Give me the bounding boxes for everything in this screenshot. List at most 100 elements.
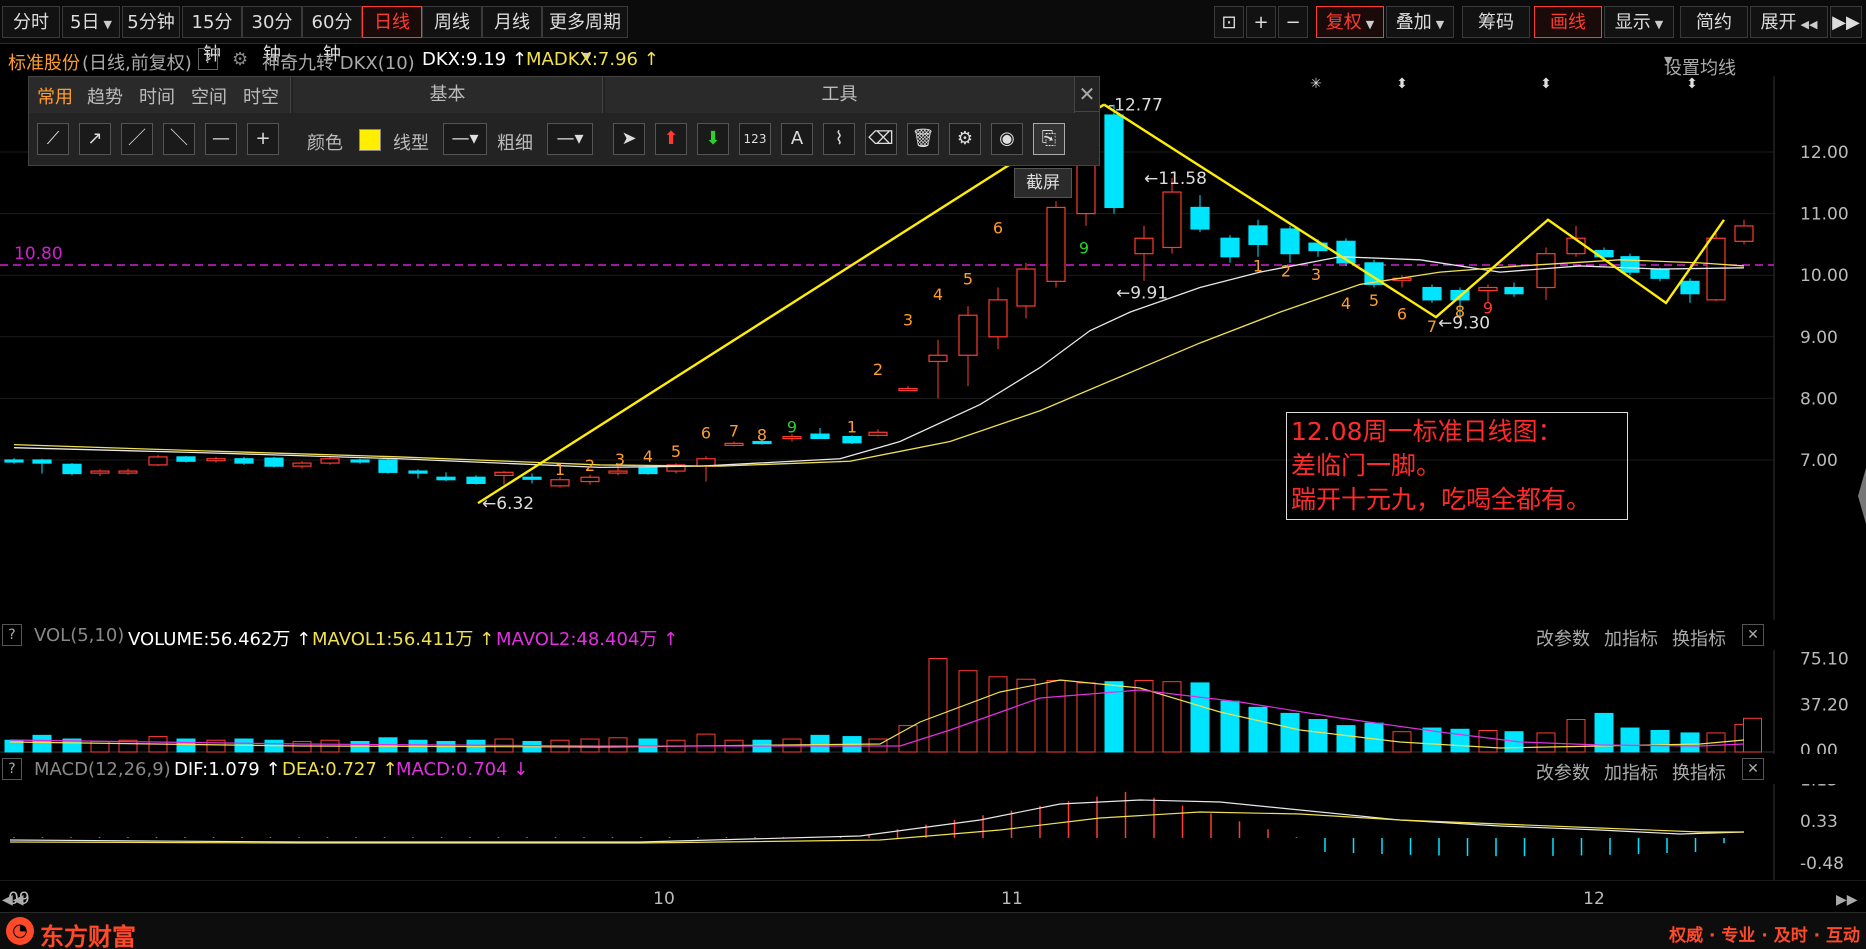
dif-value: DIF:1.079 ↑ — [174, 759, 281, 780]
help-icon[interactable]: ? — [2, 624, 22, 646]
drawing-tool-panel: 常用 趋势 时间 空间 时空 基本 工具 ⟋ ↗ ／ ＼ — + 颜色 线型 —… — [28, 76, 1100, 166]
up-arrow-icon[interactable]: ⬆ — [655, 123, 687, 155]
brand-slogan: 权威 · 专业 · 及时 · 互动 — [1669, 926, 1860, 946]
tab-common[interactable]: 常用 — [37, 83, 73, 109]
lock-icon[interactable]: ⊡ — [1214, 6, 1244, 38]
segment-line-icon[interactable]: ⟋ — [37, 123, 69, 155]
line-type-select[interactable]: —▾ — [443, 123, 487, 155]
tab-30min[interactable]: 30分钟 — [242, 6, 302, 65]
scroll-left-icon: ◀◀ — [2, 892, 24, 908]
candle-up — [898, 387, 918, 392]
macd-label[interactable]: MACD(12,26,9) — [34, 759, 171, 780]
section-tools: 工具 — [605, 77, 1075, 113]
signal-marker: ⬍ — [1396, 76, 1408, 92]
price-tick-label: 12.00 — [1800, 143, 1849, 163]
switch-indicator-link[interactable]: 换指标 — [1672, 625, 1726, 651]
stock-name[interactable]: 标准股份 — [8, 49, 80, 75]
help-icon[interactable]: ? — [2, 758, 22, 780]
expand-label: 展开 — [1760, 12, 1797, 33]
annotation-line-2: 差临门一脚。 — [1291, 451, 1442, 480]
td-count-label: 9 — [787, 417, 797, 436]
zoom-out-icon[interactable]: − — [1278, 6, 1308, 38]
macd-tick-label: 1.13 — [1800, 784, 1838, 790]
draw-line-button[interactable]: 画线 — [1534, 6, 1602, 38]
close-icon[interactable]: ✕ — [1742, 624, 1764, 646]
volume-bar-down — [1248, 706, 1268, 753]
help-icon[interactable]: ? — [198, 48, 218, 70]
collapse-icon[interactable]: ▶▶ — [1830, 6, 1862, 38]
candle-down — [810, 433, 830, 440]
eraser-icon[interactable]: ⌫ — [865, 123, 897, 155]
horizontal-line-icon[interactable]: — — [205, 123, 237, 155]
td-count-label: 7 — [1427, 317, 1437, 336]
ray-line-icon[interactable]: ↗ — [79, 123, 111, 155]
vol-label[interactable]: VOL(5,10) — [34, 625, 124, 646]
change-params-link[interactable]: 改参数 — [1536, 759, 1590, 785]
volume-bar-down — [32, 734, 52, 753]
tab-5min[interactable]: 5分钟 — [122, 6, 180, 38]
tab-time[interactable]: 时间 — [139, 83, 175, 109]
text-icon[interactable]: A — [781, 123, 813, 155]
chevron-down-icon: ▼ — [1654, 18, 1664, 31]
tab-space[interactable]: 空间 — [191, 83, 227, 109]
add-indicator-link[interactable]: 加指标 — [1604, 625, 1658, 651]
settings-icon[interactable]: ⚙ — [949, 123, 981, 155]
tab-60min[interactable]: 60分钟 — [302, 6, 362, 65]
diagonal-line-icon[interactable]: ＼ — [163, 123, 195, 155]
straight-line-icon[interactable]: ／ — [121, 123, 153, 155]
volume-bar-up — [1046, 679, 1066, 753]
cursor-icon[interactable]: ➤ — [613, 123, 645, 155]
annotation-line-3: 踹开十元九，吃喝全都有。 — [1291, 485, 1592, 514]
tab-5day[interactable]: 5日 ▼ — [62, 6, 120, 38]
tab-monthly[interactable]: 月线 — [482, 6, 542, 38]
candle-down — [1650, 268, 1670, 279]
price-tick-label: 11.00 — [1800, 205, 1849, 225]
candle-down — [1220, 237, 1240, 258]
eye-icon[interactable]: ◉ — [991, 123, 1023, 155]
tab-daily[interactable]: 日线 — [362, 6, 422, 38]
display-button[interactable]: 显示 ▼ — [1604, 6, 1674, 38]
number-label-icon[interactable]: 123 — [739, 123, 771, 155]
signal-marker: ⬍ — [1540, 76, 1552, 92]
macd-chart[interactable]: 1.13 0.33 -0.48 — [0, 784, 1866, 880]
overlay-button[interactable]: 叠加 ▼ — [1386, 6, 1454, 38]
thickness-select[interactable]: —▾ — [547, 123, 593, 155]
td-count-label: 5 — [1369, 291, 1379, 310]
tab-fenshi[interactable]: 分时 — [2, 6, 60, 38]
fuquan-button[interactable]: 复权 ▼ — [1316, 6, 1384, 38]
candle-up — [1016, 268, 1036, 307]
change-params-link[interactable]: 改参数 — [1536, 625, 1590, 651]
color-swatch[interactable] — [359, 129, 381, 151]
volume-bar-up — [1016, 678, 1036, 753]
down-arrow-icon[interactable]: ⬇ — [697, 123, 729, 155]
tab-15min[interactable]: 15分钟 — [182, 6, 242, 65]
ruler-icon[interactable]: ⌇ — [823, 123, 855, 155]
add-indicator-link[interactable]: 加指标 — [1604, 759, 1658, 785]
gear-icon[interactable]: ⚙ — [232, 49, 248, 70]
screenshot-icon[interactable]: ⎘ — [1033, 123, 1065, 155]
thickness-label: 粗细 — [497, 133, 533, 154]
indicator-name[interactable]: 神奇九转 DKX(10) — [262, 49, 415, 75]
close-icon[interactable]: ✕ — [1074, 76, 1100, 112]
volume-bar-up — [608, 737, 628, 753]
text-annotation[interactable]: 12.08周一标准日线图： 差临门一脚。 踹开十元九，吃喝全都有。 — [1286, 412, 1628, 520]
td-count-label: 5 — [963, 269, 973, 288]
volume-bar-up — [1478, 729, 1498, 753]
zoom-in-icon[interactable]: + — [1246, 6, 1276, 38]
tab-more-periods[interactable]: 更多周期▼ — [542, 6, 628, 63]
tab-trend[interactable]: 趋势 — [87, 83, 123, 109]
volume-chart[interactable]: 75.10 37.20 0.00 — [0, 650, 1866, 754]
tab-spacetime[interactable]: 时空 — [243, 83, 279, 109]
candle-down — [1248, 225, 1268, 245]
switch-indicator-link[interactable]: 换指标 — [1672, 759, 1726, 785]
trash-icon[interactable]: 🗑 — [907, 123, 939, 155]
close-icon[interactable]: ✕ — [1742, 758, 1764, 780]
chips-button[interactable]: 筹码 — [1462, 6, 1530, 38]
crosshair-icon[interactable]: + — [247, 123, 279, 155]
candle-down — [1620, 256, 1640, 273]
expand-button[interactable]: 展开 ◀◀ — [1750, 6, 1828, 38]
tab-weekly[interactable]: 周线 — [422, 6, 482, 38]
simple-button[interactable]: 简约 — [1680, 6, 1748, 38]
macd-tick-label: -0.48 — [1800, 854, 1844, 874]
volume-panel-header: ? VOL(5,10) VOLUME:56.462万 ↑ MAVOL1:56.4… — [0, 622, 1774, 650]
